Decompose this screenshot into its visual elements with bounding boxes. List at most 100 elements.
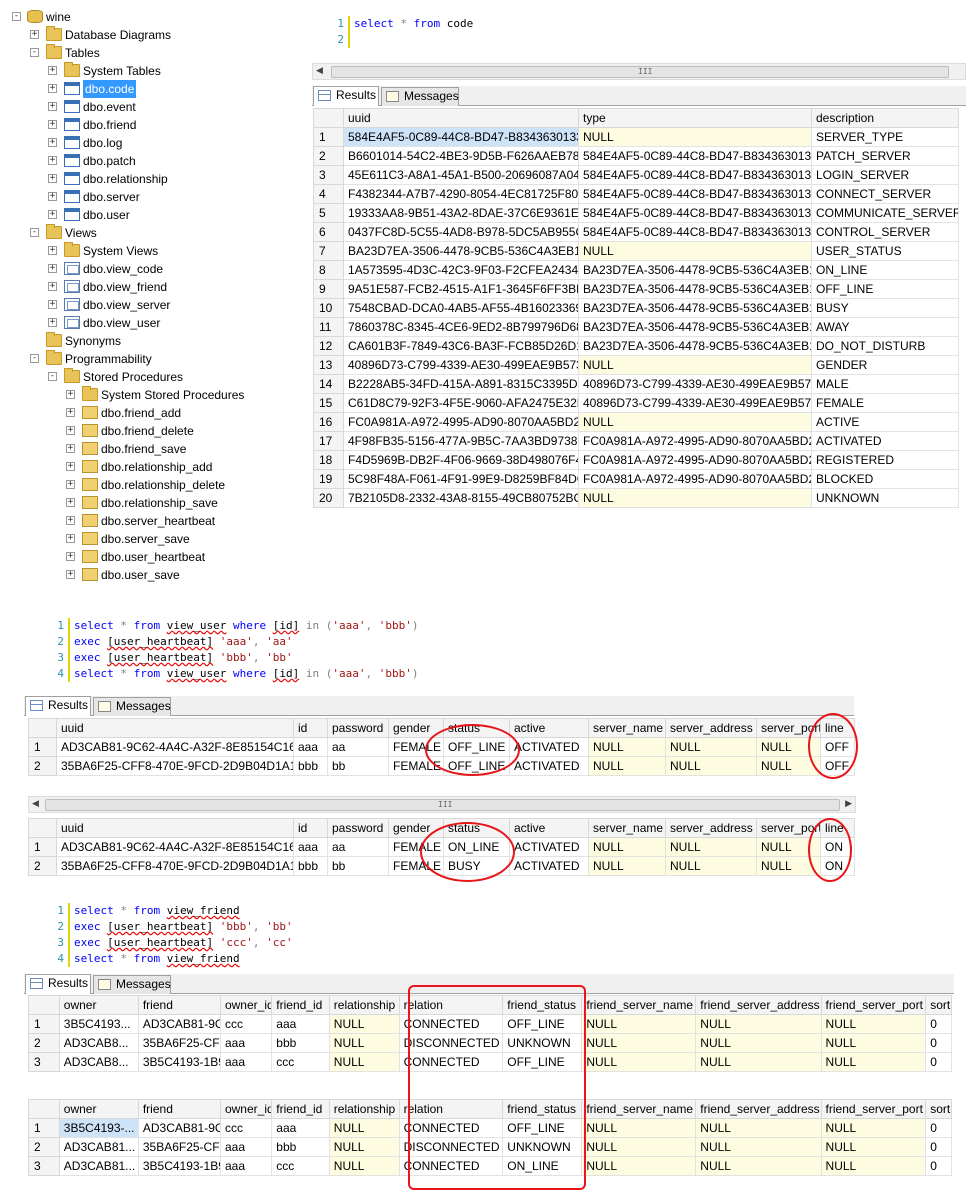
grid-cell[interactable]: aaa [219, 1137, 273, 1157]
expander-icon[interactable]: + [66, 408, 75, 417]
grid-cell[interactable]: BA23D7EA-3506-4478-9CB5-536C4A3EB149 [578, 317, 812, 337]
grid-cell[interactable]: AWAY [811, 317, 959, 337]
grid-cell[interactable]: AD3CAB81-9C62-4A4C-A32F-8E85154C16A5 [56, 737, 294, 757]
grid-cell[interactable]: bb [327, 756, 389, 776]
grid-cell[interactable]: NULL [328, 1118, 400, 1138]
tree-node[interactable]: - Programmability [0, 350, 312, 368]
column-header[interactable]: password [327, 718, 389, 738]
column-header[interactable]: friend [137, 1099, 221, 1119]
tree-node[interactable]: + dbo.server_save [0, 530, 312, 548]
grid-cell[interactable]: 584E4AF5-0C89-44C8-BD47-B8343630133E [578, 203, 812, 223]
grid-cell[interactable]: 584E4AF5-0C89-44C8-BD47-B8343630133E [578, 165, 812, 185]
column-header[interactable]: sort [925, 1099, 952, 1119]
grid-cell[interactable]: 7548CBAD-DCA0-4AB5-AF55-4B16023369AF [343, 298, 579, 318]
grid-cell[interactable]: NULL [578, 127, 812, 147]
grid-cell[interactable]: aaa [219, 1033, 273, 1053]
scroll-right-icon[interactable]: ▶ [845, 799, 852, 809]
editor-hscroll[interactable]: ◀ III [312, 63, 966, 80]
grid-cell[interactable]: NULL [665, 756, 757, 776]
tree-node[interactable]: + dbo.view_code [0, 260, 312, 278]
table-row[interactable]: 18 F4D5969B-DB2F-4F06-9669-38D498076F44 FC… [313, 450, 959, 470]
row-number[interactable]: 8 [313, 260, 344, 280]
grid-cell[interactable]: AD3CAB81... [58, 1156, 139, 1176]
code-line[interactable]: select * from view_user where [id] in ('… [74, 618, 418, 634]
grid-cell[interactable]: NULL [695, 1156, 822, 1176]
tree-node[interactable]: + System Tables [0, 62, 312, 80]
grid-cell[interactable]: NULL [588, 856, 666, 876]
column-header[interactable]: owner [58, 995, 139, 1015]
grid-cell[interactable]: 3B5C4193-... [58, 1118, 139, 1138]
column-header[interactable]: type [578, 108, 812, 128]
row-number[interactable]: 10 [313, 298, 344, 318]
tree-node[interactable]: - Views [0, 224, 312, 242]
column-header[interactable]: friend_server_address [695, 1099, 822, 1119]
grid-cell[interactable]: 7860378C-8345-4CE6-9ED2-8B799796D68C [343, 317, 579, 337]
expander-icon[interactable]: + [48, 246, 57, 255]
grid-cell[interactable]: ccc [271, 1156, 330, 1176]
grid-cell[interactable]: 5C98F48A-F061-4F91-99E9-D8259BF84DC5 [343, 469, 579, 489]
column-header[interactable]: relationship [328, 995, 400, 1015]
expander-icon[interactable]: + [30, 30, 39, 39]
tree-node[interactable]: + System Stored Procedures [0, 386, 312, 404]
grid-cell[interactable]: NULL [820, 1014, 927, 1034]
row-number[interactable]: 1 [28, 1014, 60, 1034]
column-header[interactable]: uuid [343, 108, 579, 128]
column-header[interactable]: password [327, 818, 389, 838]
tree-node[interactable]: + dbo.view_friend [0, 278, 312, 296]
grid-cell[interactable]: 35BA6F25-CFF8-470E-9FCD-2D9B04D1A125 [56, 756, 294, 776]
column-header[interactable]: friend [137, 995, 221, 1015]
row-header-corner[interactable] [28, 1099, 60, 1119]
grid-cell[interactable]: OFF_LINE [811, 279, 959, 299]
grid-cell[interactable]: 584E4AF5-0C89-44C8-BD47-B8343630133E [578, 222, 812, 242]
code-line[interactable]: exec [user_heartbeat] 'bbb', 'bb' [74, 650, 293, 666]
expander-icon[interactable]: + [66, 390, 75, 399]
grid-cell[interactable]: NULL [328, 1014, 400, 1034]
expander-icon[interactable]: - [48, 372, 57, 381]
column-header[interactable]: friend_id [271, 1099, 330, 1119]
grid-cell[interactable]: NULL [695, 1118, 822, 1138]
row-number[interactable]: 1 [28, 737, 57, 757]
expander-icon[interactable]: + [48, 174, 57, 183]
grid-cell[interactable]: aaa [219, 1052, 273, 1072]
scroll-left-icon[interactable]: ◀ [316, 66, 323, 76]
grid-cell[interactable]: FEMALE [811, 393, 959, 413]
code-line[interactable]: select * from view_friend [74, 903, 240, 919]
grid-cell[interactable]: COMMUNICATE_SERVER [811, 203, 959, 223]
tree-node[interactable]: + System Views [0, 242, 312, 260]
column-header[interactable]: server_name [588, 818, 666, 838]
grid-cell[interactable]: AD3CAB81-9C... [137, 1118, 221, 1138]
grid-cell[interactable]: F4D5969B-DB2F-4F06-9669-38D498076F44 [343, 450, 579, 470]
grid-cell[interactable]: NULL [695, 1014, 822, 1034]
table-row[interactable]: 10 7548CBAD-DCA0-4AB5-AF55-4B16023369AF BA… [313, 298, 959, 318]
row-header-corner[interactable] [28, 818, 57, 838]
grid-cell[interactable]: C61D8C79-92F3-4F5E-9060-AFA2475E32D6 [343, 393, 579, 413]
grid-cell[interactable]: AD3CAB8... [58, 1033, 139, 1053]
grid-cell[interactable]: ACTIVATED [509, 737, 589, 757]
grid-cell[interactable]: 35BA6F25-CFF8-470E-9FCD-2D9B04D1A125 [56, 856, 294, 876]
expander-icon[interactable]: + [48, 102, 57, 111]
grid-cell[interactable]: NULL [328, 1052, 400, 1072]
grid-cell[interactable]: ACTIVATED [509, 837, 589, 857]
row-number[interactable]: 16 [313, 412, 344, 432]
tree-node[interactable]: + dbo.relationship [0, 170, 312, 188]
query-editor-view-user[interactable]: 1 select * from view_user where [id] in (… [50, 618, 750, 684]
grid-cell[interactable]: NULL [695, 1137, 822, 1157]
expander-icon[interactable]: + [48, 156, 57, 165]
scroll-thumb[interactable]: III [331, 66, 949, 78]
column-header[interactable]: friend_server_port [820, 1099, 927, 1119]
column-header[interactable]: friend_id [271, 995, 330, 1015]
tree-node[interactable]: + dbo.user_save [0, 566, 312, 584]
tree-node[interactable]: - Tables [0, 44, 312, 62]
tab-results[interactable]: Results [313, 86, 379, 106]
grid-cell[interactable]: NULL [820, 1137, 927, 1157]
tree-node[interactable]: Synonyms [0, 332, 312, 350]
row-header-corner[interactable] [28, 995, 60, 1015]
expander-icon[interactable]: + [66, 480, 75, 489]
grid-cell[interactable]: 1A573595-4D3C-42C3-9F03-F2CFEA2434C9 [343, 260, 579, 280]
table-row[interactable]: 15 C61D8C79-92F3-4F5E-9060-AFA2475E32D6 40… [313, 393, 959, 413]
expander-icon[interactable]: + [48, 210, 57, 219]
grid-cell[interactable]: NULL [820, 1033, 927, 1053]
table-row[interactable]: 9 9A51E587-FCB2-4515-A1F1-3645F6FF3BE2 BA2… [313, 279, 959, 299]
grid-cell[interactable]: ACTIVE [811, 412, 959, 432]
grid-cell[interactable]: 0 [925, 1052, 952, 1072]
